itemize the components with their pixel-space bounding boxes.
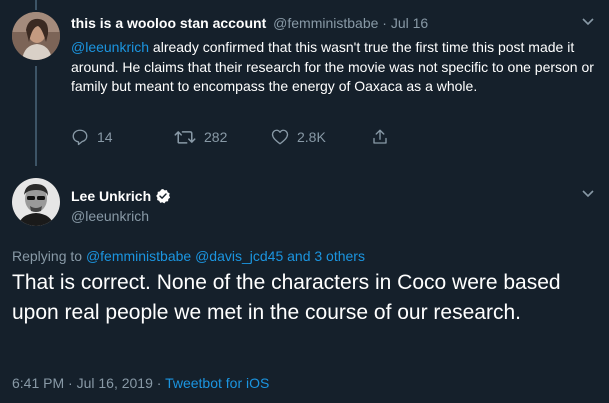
replying-to: Replying to @femministbabe @davis_jcd45 … bbox=[12, 248, 365, 264]
chevron-down-icon[interactable] bbox=[582, 190, 594, 201]
handle[interactable]: @femministbabe bbox=[273, 15, 378, 31]
tweet-body-text: already confirmed that this wasn't true … bbox=[71, 39, 594, 94]
share-button[interactable] bbox=[371, 128, 397, 146]
display-name[interactable]: this is a wooloo stan account bbox=[71, 15, 266, 31]
tweet-header: this is a wooloo stan account @femminist… bbox=[71, 15, 428, 31]
like-count: 2.8K bbox=[297, 129, 326, 145]
avatar[interactable] bbox=[12, 12, 60, 60]
retweet-button[interactable]: 282 bbox=[174, 128, 227, 146]
tweet-text: @leeunkrich already confirmed that this … bbox=[71, 38, 596, 97]
replying-prefix: Replying to bbox=[12, 248, 86, 264]
chevron-down-icon[interactable] bbox=[582, 18, 594, 29]
reply-count: 14 bbox=[97, 129, 113, 145]
share-icon bbox=[373, 129, 387, 144]
verified-badge-icon bbox=[156, 189, 171, 204]
thread-line bbox=[35, 66, 37, 166]
reply-icon bbox=[72, 129, 88, 146]
mention-link[interactable]: @leeunkrich bbox=[71, 39, 149, 55]
tweet-meta: 6:41 PM · Jul 16, 2019 · Tweetbot for iO… bbox=[12, 375, 269, 391]
display-name[interactable]: Lee Unkrich bbox=[71, 188, 171, 204]
tweet-actions: 14 282 2.8K bbox=[71, 128, 401, 148]
timestamp[interactable]: 6:41 PM · Jul 16, 2019 · bbox=[12, 375, 165, 391]
replying-to-links[interactable]: @femministbabe @davis_jcd45 and 3 others bbox=[86, 248, 365, 264]
client-link[interactable]: Tweetbot for iOS bbox=[165, 375, 269, 391]
like-button[interactable]: 2.8K bbox=[271, 128, 326, 146]
tweet-date[interactable]: Jul 16 bbox=[391, 15, 428, 31]
thread-line bbox=[35, 0, 37, 10]
tweet-text: That is correct. None of the characters … bbox=[12, 271, 561, 324]
separator: · bbox=[378, 15, 391, 31]
retweet-icon bbox=[174, 131, 196, 144]
display-name-text: Lee Unkrich bbox=[71, 188, 152, 204]
reply-button[interactable]: 14 bbox=[71, 128, 113, 146]
handle[interactable]: @leeunkrich bbox=[71, 208, 149, 224]
retweet-count: 282 bbox=[204, 129, 228, 145]
avatar[interactable] bbox=[12, 178, 60, 226]
heart-icon bbox=[271, 129, 289, 145]
